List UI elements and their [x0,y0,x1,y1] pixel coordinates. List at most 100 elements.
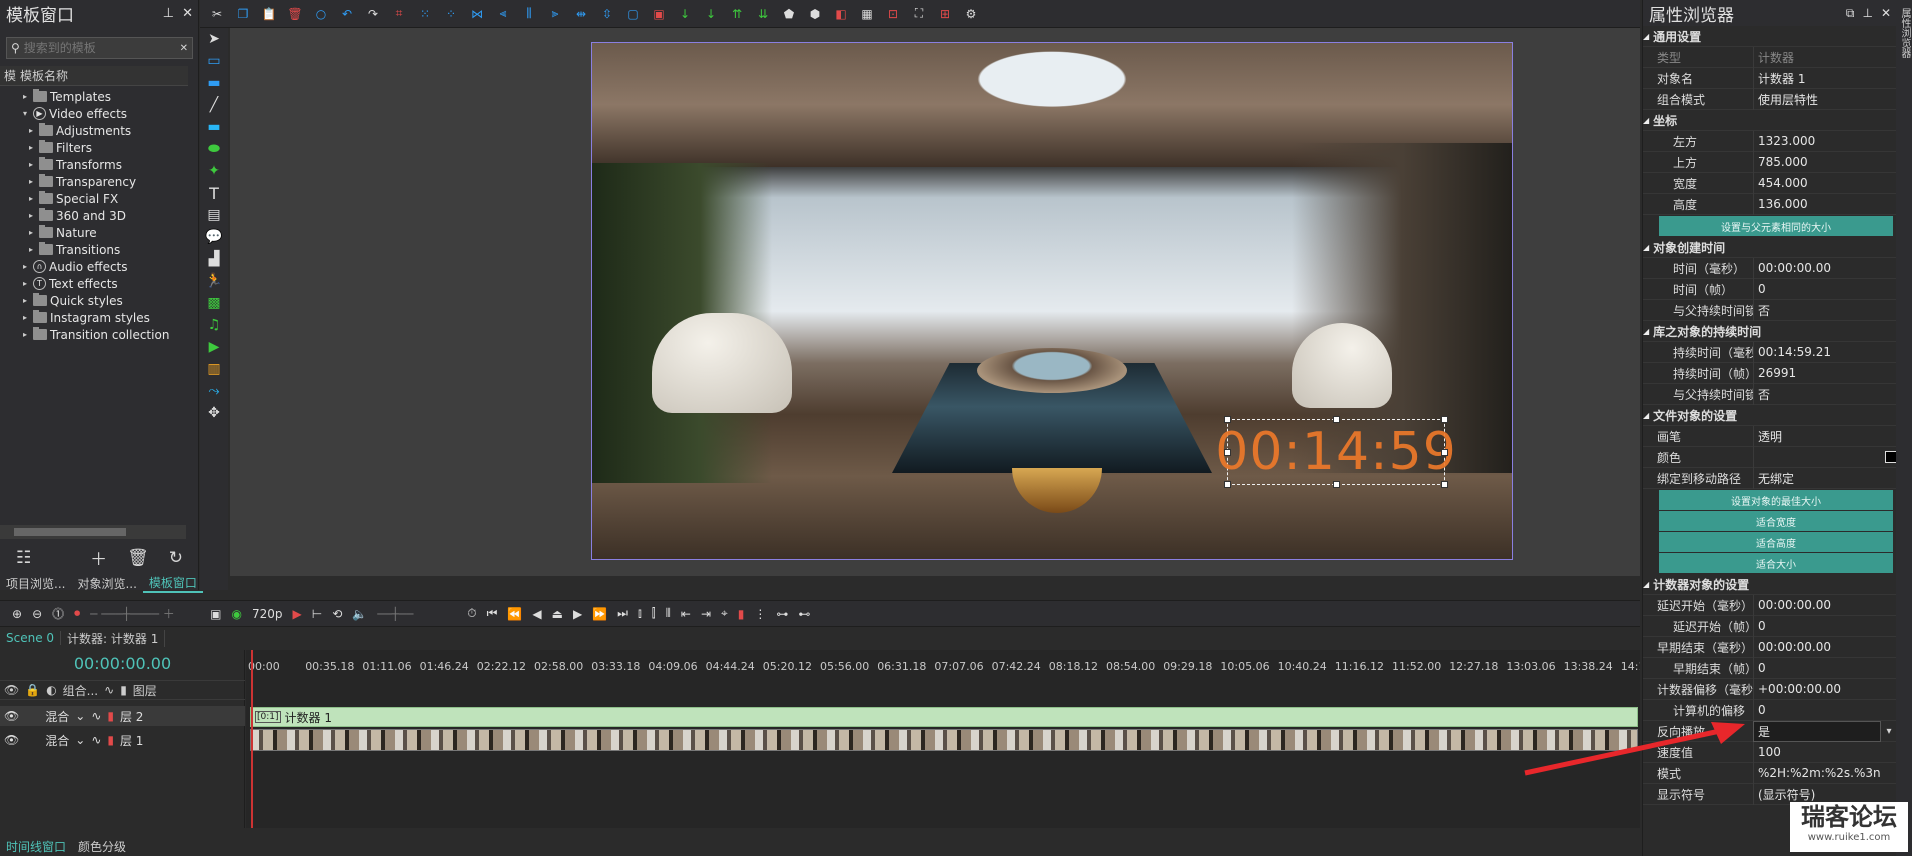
eye-icon[interactable]: 👁 [4,683,19,697]
snap-timeline-icon[interactable]: ⌖ [721,606,728,621]
move-up-icon[interactable]: ⇈ [728,5,746,23]
volume-icon[interactable]: 🔈 [352,607,367,621]
property-row[interactable]: 高度 136.000 [1643,193,1897,215]
property-row[interactable]: 绑定到移动路径 无绑定 [1643,467,1897,489]
collapsed-arrow-icon[interactable]: ▸ [20,92,30,101]
marker-icon[interactable]: ⊢ [312,607,322,621]
paste-icon[interactable]: 📋 [260,5,278,23]
collapsed-arrow-icon[interactable]: ▸ [26,177,36,186]
property-section-header[interactable]: ◢ 坐标 [1643,110,1897,131]
counter-object[interactable]: 00:14:59 [1215,416,1456,488]
move-bottom-icon[interactable]: ⇊ [754,5,772,23]
property-row[interactable]: 延迟开始（毫秒） 00:00:00.00 [1643,594,1897,616]
property-row[interactable]: 持续时间（毫秒）00:14:59.21 [1643,341,1897,363]
close-icon[interactable]: ✕ [182,6,193,21]
tab-object-explorer[interactable]: 对象浏览... [71,575,142,592]
property-section-header[interactable]: ◢ 计数器对象的设置 [1643,574,1897,595]
ellipse-icon[interactable]: ⬬ [200,138,228,160]
align-right-icon[interactable]: ⫸ [546,5,564,23]
counter-icon[interactable]: ▤ [200,204,228,226]
property-value[interactable]: 0 [1753,699,1897,721]
tree-item[interactable]: ▸ Templates [0,88,199,105]
freeform-icon[interactable]: ✦ [200,160,228,182]
tree-item[interactable]: ▾ ▶ Video effects [0,105,199,122]
move-down-more-icon[interactable]: ↓ [702,5,720,23]
property-section-header[interactable]: ◢ 库之对象的持续时间 [1643,321,1897,342]
zoom-in-icon[interactable]: ⊕ [12,607,22,621]
tab-project-explorer[interactable]: 项目浏览... [0,575,71,592]
resolution-select[interactable]: 720p [252,607,283,621]
delete-icon[interactable]: 🗑 [127,548,149,568]
split-3-icon[interactable]: ⦀ [666,606,671,621]
clock-icon[interactable]: ⏱ [467,606,476,621]
property-section-header[interactable]: ◢ 通用设置 [1643,26,1897,47]
tree-item[interactable]: ▸ Special FX [0,190,199,207]
audio-icon[interactable]: ♫ [200,314,228,336]
crop-icon[interactable]: ⊡ [884,5,902,23]
zoom-out-icon[interactable]: ⊖ [32,607,42,621]
collapsed-arrow-icon[interactable]: ▸ [26,245,36,254]
play-icon[interactable]: ▶ [573,607,582,621]
property-value[interactable]: 1323.000 [1753,130,1897,152]
layer-row[interactable]: 👁 混合 ⌄ ∿ ▮ 层 1 [0,728,245,752]
tree-item[interactable]: ▸ Nature [0,224,199,241]
restore-icon[interactable]: ⧉ [1846,6,1855,21]
tab-scene-0[interactable]: Scene 0 [0,631,62,645]
eye-icon[interactable]: ◉ [232,607,242,621]
property-value[interactable]: 无绑定 [1753,467,1897,489]
group-icon[interactable]: ⁙ [416,5,434,23]
side-tab-property-browser[interactable]: 属性浏览器 [1896,0,1912,856]
tab-counter-1[interactable]: 计数器: 计数器 1 [61,629,166,647]
tree-item[interactable]: ▸ ∩ Audio effects [0,258,199,275]
shape-2-icon[interactable]: ⬢ [806,5,824,23]
collapsed-arrow-icon[interactable]: ▸ [26,194,36,203]
property-action-button[interactable]: 设置与父元素相同的大小 [1659,216,1893,236]
layer-order-icon[interactable]: ◧ [832,5,850,23]
property-row[interactable]: 对象名 计数器 1 [1643,67,1897,89]
property-row[interactable]: 早期结束（帧） 0 [1643,657,1897,679]
distribute-v-icon[interactable]: ⇳ [598,5,616,23]
delete-icon[interactable]: 🗑 [286,5,304,23]
property-value[interactable]: 计数器 1 [1753,67,1897,89]
property-value[interactable]: 否 [1753,299,1897,321]
property-row[interactable]: 延迟开始（帧） 0 [1643,615,1897,637]
ripple-icon[interactable]: ⋮ [754,607,766,621]
split-2-icon[interactable]: ⫿ [652,606,656,621]
collapsed-arrow-icon[interactable]: ▸ [20,330,30,339]
subtitle-icon[interactable]: 💬 [200,226,228,248]
layer-row[interactable]: 👁 混合 ⌄ ∿ ▮ 层 2 [0,706,245,726]
clear-search-icon[interactable]: ✕ [180,43,188,54]
more-options-icon[interactable]: ⊷ [798,607,810,621]
image-icon[interactable]: ▩ [200,292,228,314]
rewind-icon[interactable]: ⏪ [507,607,522,621]
copy-icon[interactable]: ❐ [234,5,252,23]
mark-out-icon[interactable]: ⇥ [701,607,711,621]
time-ruler[interactable]: 00:00 00:35.18 01:11.06 01:46.24 02:22.12 02:… [246,656,1640,676]
layer-blend-mode[interactable]: 混合 [45,732,69,749]
resize-handle-w[interactable] [1224,449,1231,456]
property-row[interactable]: 计算机的偏移 0 [1643,699,1897,721]
collapsed-arrow-icon[interactable]: ▸ [20,279,30,288]
property-action-button[interactable]: 设置对象的最佳大小 [1659,490,1893,510]
property-value[interactable] [1753,446,1881,468]
property-value[interactable]: 00:00:00.00 [1753,257,1897,279]
chevron-down-icon[interactable]: ▾ [1881,726,1897,737]
property-row[interactable]: 时间（帧） 0 [1643,278,1897,300]
property-value[interactable]: 是 [1753,720,1881,742]
add-icon[interactable]: ＋ [90,545,107,570]
pin-icon[interactable]: ⊥ [163,6,174,21]
chart-icon[interactable]: ▟ [200,248,228,270]
close-icon[interactable]: ✕ [1881,6,1891,21]
snapshot-icon[interactable]: ⌗ [390,5,408,23]
property-value[interactable]: 使用层特性 [1753,88,1897,110]
property-value[interactable]: 透明 [1753,425,1897,447]
property-value[interactable]: 00:14:59.21 [1753,341,1897,363]
property-row[interactable]: 早期结束（毫秒） 00:00:00.00 [1643,636,1897,658]
playhead[interactable] [251,650,253,828]
eye-icon[interactable]: 👁 [4,733,19,747]
resize-handle-sw[interactable] [1224,481,1231,488]
animation-icon[interactable]: 🏃 [200,270,228,292]
link-clips-icon[interactable]: ⊶ [776,607,788,621]
property-row[interactable]: 类型 计数器 [1643,46,1897,68]
fill-frame-icon[interactable]: ▣ [650,5,668,23]
